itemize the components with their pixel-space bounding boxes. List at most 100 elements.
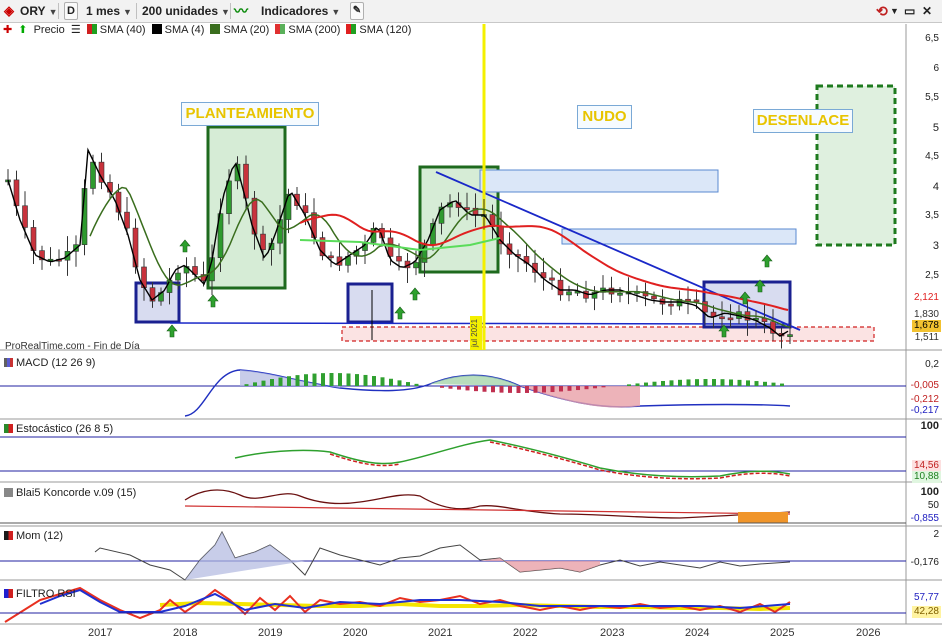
mom-fill [185,532,305,580]
macd-histogram-bar [712,379,716,386]
candle-body [693,299,700,303]
macd-histogram-bar [406,382,410,386]
macd-histogram-bar [389,378,393,386]
macd-histogram-bar [525,386,529,393]
macd-histogram-bar [329,373,334,386]
macd-histogram-bar [720,379,725,386]
macd-histogram-bar [754,381,759,386]
time-axis-label: 2025 [770,627,795,639]
macd-histogram-bar [559,386,563,392]
last-price-tag: 1,678 [911,320,941,332]
macd-histogram-bar [346,373,351,386]
candle-body [549,277,555,281]
macd-histogram-bar [440,386,444,388]
macd-histogram-bar [338,373,342,386]
time-axis-label: 2020 [343,627,368,639]
koncorde-volume-bar [738,512,788,523]
accumulation-box-1[interactable] [134,281,181,324]
macd-histogram-bar [542,386,546,393]
macd-histogram-bar [627,384,631,386]
macd-title[interactable]: MACD (12 26 9) [4,356,95,370]
rsi-title-label: FILTRO RSI [16,588,76,600]
koncorde-title-label: Blai5 Koncorde v.09 (15) [16,487,137,499]
macd-histogram-bar [491,386,495,393]
stoch-title[interactable]: Estocástico (26 8 5) [4,422,113,436]
macd-histogram-bar [244,384,249,386]
macd-histogram-bar [703,379,708,386]
sma200-price-tag: 2,121 [913,292,939,303]
rsi-title[interactable]: FILTRO RSI [4,587,76,601]
stoch-swatch-icon [4,424,13,433]
time-axis-label: 2021 [428,627,453,639]
time-axis-label: 2022 [513,627,538,639]
price-axis-tick: 3 [932,240,939,252]
koncorde-tick: 50 [927,500,939,511]
macd-histogram-bar [363,374,368,386]
rsi-swatch-icon [4,589,13,598]
macd-histogram-bar [695,379,699,386]
time-axis-label: 2023 [600,627,625,639]
mom-title[interactable]: Mom (12) [4,529,63,543]
candle-body [311,212,317,238]
mom-title-label: Mom (12) [16,530,64,542]
koncorde-tick: -0,855 [910,513,939,524]
buy-arrow-icon [761,254,773,268]
mom-tick: 2 [933,529,939,540]
macd-tick: -0,005 [910,380,939,391]
koncorde-signal-line [184,505,791,515]
macd-title-label: MACD (12 26 9) [16,357,96,369]
nudo-label: NUDO [577,105,632,129]
price-axis-tick: 6 [933,63,939,74]
buy-arrow-icon [207,294,219,308]
macd-histogram-bar [312,373,317,386]
time-axis-label: 2019 [258,627,283,639]
macd-histogram-bar [729,379,733,386]
candle-body [557,279,564,296]
candle-body [90,161,96,189]
macd-tick: 0,2 [925,359,939,370]
price-axis-tick: 5,5 [925,92,939,103]
macd-histogram-bar [550,386,555,393]
macd-histogram-bar [508,386,512,393]
buy-arrow-icon [166,324,178,338]
macd-histogram-bar [763,381,767,386]
stoch-title-label: Estocástico (26 8 5) [16,423,114,435]
rsi-tick: 42,28 [911,606,941,618]
koncorde-line [184,489,791,519]
macd-histogram-bar [355,374,359,386]
stoch-tick: 100 [920,420,939,432]
buy-arrow-icon [179,239,191,253]
mom-swatch-icon [4,531,13,540]
price-axis-tick: 5 [932,122,939,134]
time-axis-label: 2026 [856,627,881,639]
price-axis-tick: 6,5 [925,33,939,44]
macd-histogram-bar [780,383,784,386]
macd-histogram-bar [576,386,580,391]
time-axis-label: 2024 [685,627,710,639]
candle-body [651,295,657,300]
macd-histogram-bar [746,380,750,386]
candle-body [260,233,266,250]
macd-histogram-bar [669,380,674,386]
koncorde-tick: 100 [920,486,939,498]
macd-histogram-bar [295,375,300,386]
resistance-zone-upper[interactable] [479,169,719,193]
low-price-tag: 1,511 [914,332,939,343]
planteamiento-label: PLANTEAMIENTO [181,102,319,126]
candle-body [175,272,181,281]
stoch-d-line [329,441,791,480]
macd-histogram-bar [304,374,308,386]
koncorde-swatch-icon [4,488,13,497]
accumulation-box-2[interactable] [346,282,394,324]
mom-fill [480,558,600,572]
macd-histogram-bar [652,381,657,386]
koncorde-title[interactable]: Blai5 Koncorde v.09 (15) [4,486,136,500]
price-axis-tick: 2,5 [925,270,939,281]
candle-body [617,293,623,296]
price-axis-tick: 4,5 [925,151,939,162]
support-zone[interactable] [341,326,875,342]
candle-body [727,317,734,321]
macd-tick: -0,217 [910,405,939,416]
macd-histogram-bar [287,376,291,386]
candle-body [702,301,708,313]
